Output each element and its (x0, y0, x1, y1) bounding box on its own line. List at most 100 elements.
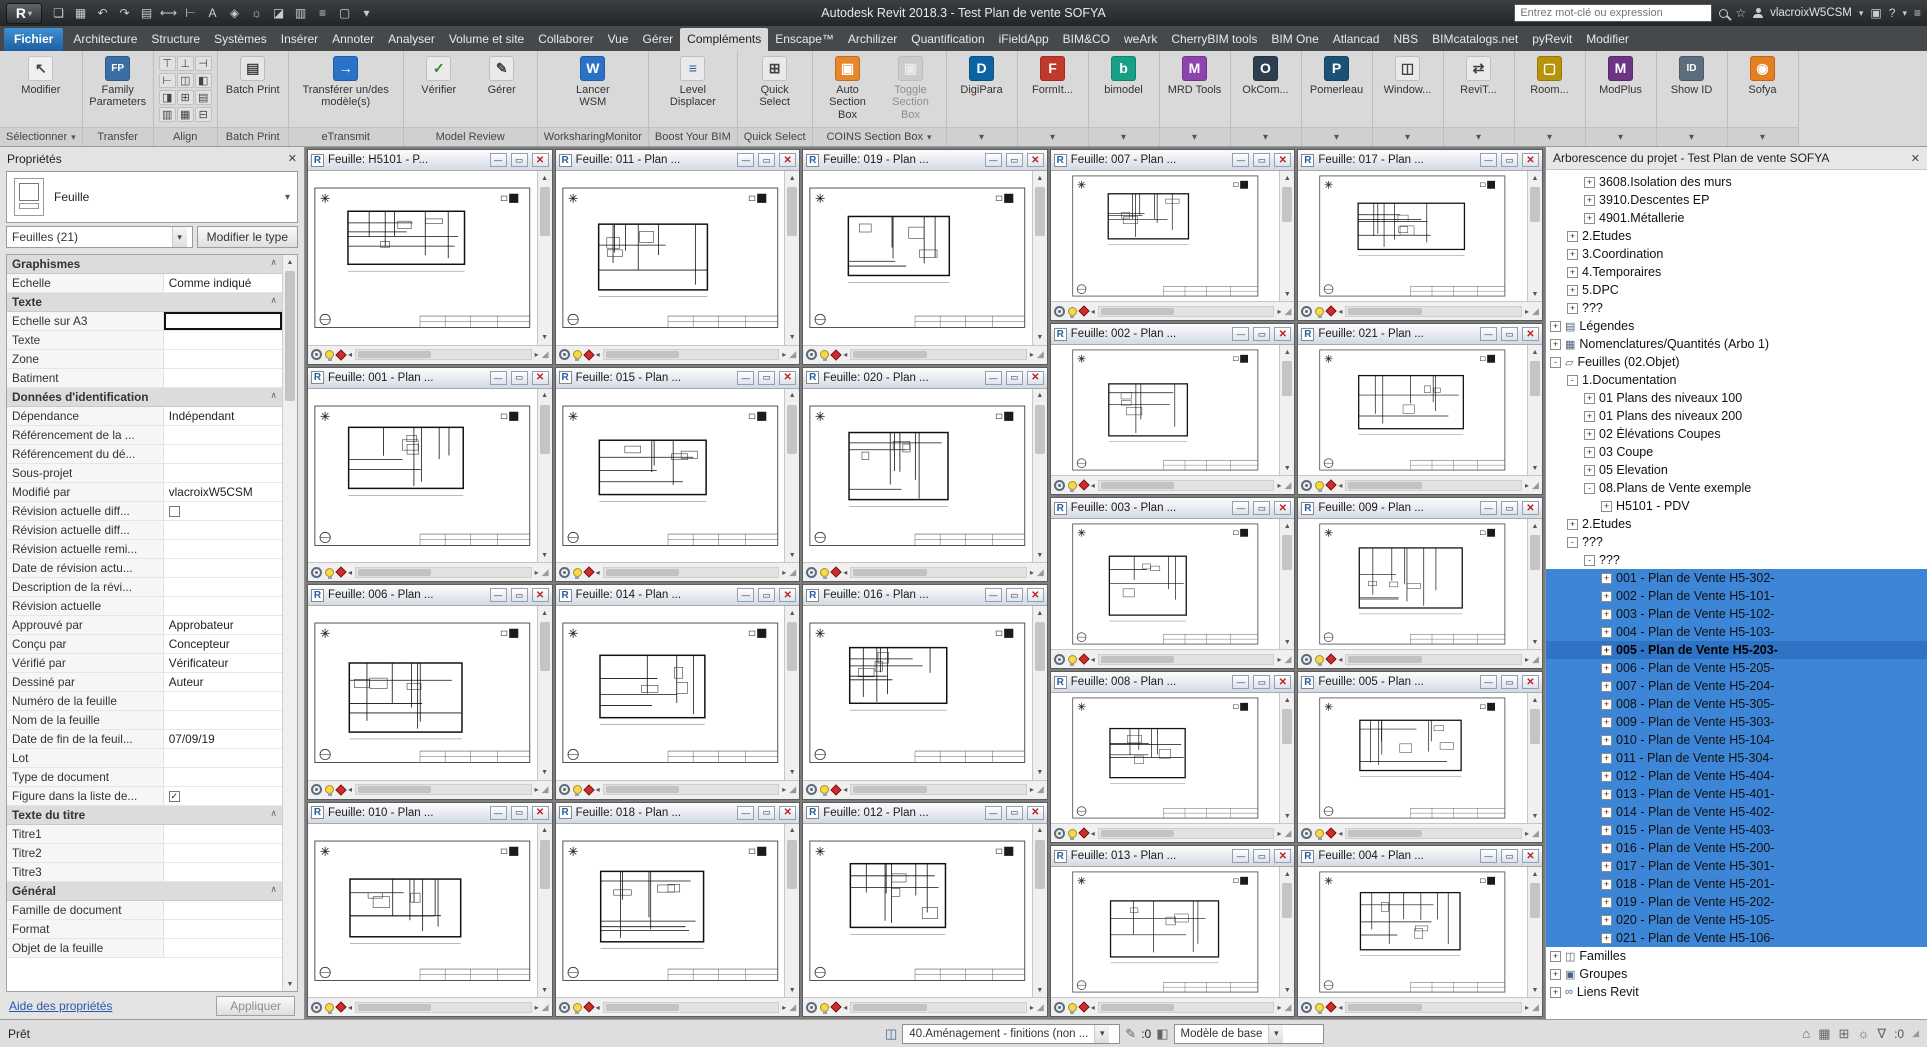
reveal-hidden-icon[interactable] (582, 1001, 595, 1013)
align-tool-button[interactable]: ▥ (158, 107, 176, 122)
properties-scrollbar[interactable]: ▲ ▼ (282, 255, 297, 991)
tree-item[interactable]: +019 - Plan de Vente H5-202- (1546, 893, 1927, 911)
sheet-canvas[interactable] (1050, 693, 1280, 823)
steering-wheel-icon[interactable] (806, 1001, 818, 1013)
property-value[interactable] (163, 445, 282, 463)
scroll-track[interactable] (1280, 359, 1294, 461)
ribbon-button-level-displacer[interactable]: ≡ Level Displacer (663, 54, 723, 111)
scroll-left-icon[interactable]: ◂ (1338, 481, 1342, 490)
minimize-button[interactable]: — (489, 588, 507, 602)
scroll-left-icon[interactable]: ◂ (1091, 655, 1095, 664)
scroll-down-icon[interactable]: ▼ (541, 548, 548, 562)
ribbon-button-bimodel[interactable]: b bimodel (1094, 54, 1154, 98)
resize-grip[interactable]: ◢ (542, 784, 549, 795)
temporary-hide-icon[interactable] (1315, 480, 1325, 492)
tab-enscape[interactable]: Enscape™ (768, 28, 841, 51)
close-button[interactable]: ✕ (1026, 805, 1044, 820)
panel-label[interactable]: ▾ (1514, 127, 1585, 146)
undo-button[interactable]: ↶ (92, 3, 113, 23)
scroll-left-icon[interactable]: ◂ (596, 350, 600, 359)
scroll-thumb[interactable] (605, 1003, 679, 1011)
scroll-track[interactable] (1280, 533, 1294, 635)
redo-button[interactable]: ↷ (114, 3, 135, 23)
restore-button[interactable]: ▭ (1500, 327, 1518, 341)
ribbon-button-okcom[interactable]: O OkCom... (1236, 54, 1296, 98)
default-3d-view-button[interactable]: ◈ (224, 3, 245, 23)
scroll-up-icon[interactable]: ▲ (789, 824, 796, 838)
tab-compl-ments[interactable]: Compléments (680, 28, 769, 51)
tab-archilizer[interactable]: Archilizer (841, 28, 904, 51)
ribbon-button-pomerleau[interactable]: P Pomerleau (1307, 54, 1367, 98)
scroll-thumb[interactable] (1529, 535, 1540, 570)
property-value[interactable]: Comme indiqué (163, 274, 282, 292)
property-value[interactable] (163, 331, 282, 349)
minimize-button[interactable]: — (1232, 849, 1250, 863)
property-value[interactable] (163, 312, 282, 330)
tree-item[interactable]: +??? (1546, 299, 1927, 317)
restore-button[interactable]: ▭ (1253, 327, 1271, 341)
scroll-left-icon[interactable]: ◂ (843, 350, 847, 359)
scroll-left-icon[interactable]: ◂ (1338, 655, 1342, 664)
type-selector[interactable]: Feuille ▾ (6, 171, 298, 223)
horizontal-scrollbar[interactable] (1345, 305, 1523, 317)
sheet-canvas[interactable] (1298, 519, 1527, 649)
scroll-down-icon[interactable]: ▼ (789, 331, 796, 345)
tree-item[interactable]: +5.DPC (1546, 281, 1927, 299)
horizontal-scrollbar[interactable] (850, 1001, 1027, 1013)
infocenter-menu-icon[interactable]: ≡ (1914, 6, 1921, 20)
scroll-up-icon[interactable]: ▲ (541, 171, 548, 185)
steering-wheel-icon[interactable] (1053, 827, 1065, 839)
scroll-right-icon[interactable]: ▸ (1525, 829, 1529, 838)
restore-button[interactable]: ▭ (758, 370, 776, 385)
sheet-window-titlebar[interactable]: R Feuille: 013 - Plan ... — ▭ ✕ (1050, 846, 1295, 867)
reveal-hidden-icon[interactable] (335, 566, 347, 578)
open-button[interactable]: ❏ (48, 3, 69, 23)
scroll-thumb[interactable] (358, 1003, 432, 1011)
scroll-track[interactable] (785, 838, 799, 984)
scroll-right-icon[interactable]: ▸ (782, 568, 786, 577)
temporary-hide-icon[interactable] (1067, 480, 1077, 492)
scroll-thumb[interactable] (1529, 187, 1540, 222)
checkbox[interactable]: ✓ (168, 790, 180, 802)
restore-button[interactable]: ▭ (1500, 675, 1518, 689)
sheet-window-titlebar[interactable]: R Feuille: 015 - Plan ... — ▭ ✕ (555, 367, 800, 389)
scroll-left-icon[interactable]: ◂ (348, 568, 352, 577)
sheet-window-titlebar[interactable]: R Feuille: 018 - Plan ... — ▭ ✕ (555, 802, 800, 824)
collapse-icon[interactable]: - (1584, 482, 1595, 494)
tree-item[interactable]: + ∞ Liens Revit (1546, 983, 1927, 1001)
scroll-thumb[interactable] (853, 351, 927, 358)
temporary-hide-icon[interactable] (1315, 828, 1325, 840)
property-value[interactable]: Indépendant (163, 407, 282, 425)
align-tool-button[interactable]: ⊥ (176, 56, 194, 71)
reveal-hidden-icon[interactable] (830, 348, 842, 361)
steering-wheel-icon[interactable] (806, 566, 818, 578)
expand-icon[interactable]: + (1550, 320, 1561, 332)
scroll-thumb[interactable] (1100, 307, 1175, 315)
tree-item[interactable]: +4901.Métallerie (1546, 209, 1927, 227)
username-chevron-icon[interactable]: ▾ (1859, 8, 1864, 19)
property-section-header[interactable]: Général ∧ (7, 882, 282, 901)
scroll-right-icon[interactable]: ▸ (1030, 1003, 1034, 1012)
scroll-thumb[interactable] (1529, 709, 1540, 744)
property-value[interactable]: Concepteur (163, 635, 282, 653)
property-value[interactable] (163, 920, 282, 938)
tree-item[interactable]: +014 - Plan de Vente H5-402- (1546, 803, 1927, 821)
resize-grip[interactable]: ◢ (1912, 1028, 1919, 1039)
align-tool-button[interactable]: ◧ (194, 73, 212, 88)
sheet-window-titlebar[interactable]: R Feuille: 021 - Plan ... — ▭ ✕ (1298, 324, 1542, 345)
scroll-track[interactable] (538, 185, 552, 331)
expand-icon[interactable]: + (1584, 446, 1595, 458)
scroll-left-icon[interactable]: ◂ (1091, 307, 1095, 316)
sheet-canvas[interactable] (555, 388, 785, 562)
panel-label[interactable]: ▾ (1301, 127, 1372, 146)
scroll-right-icon[interactable]: ▸ (1277, 655, 1281, 664)
sheet-window-titlebar[interactable]: R Feuille: 016 - Plan ... — ▭ ✕ (803, 585, 1047, 606)
align-tool-button[interactable]: ⊞ (176, 90, 194, 105)
scroll-up-icon[interactable]: ▲ (1284, 867, 1291, 881)
restore-button[interactable]: ▭ (1253, 675, 1271, 689)
scroll-right-icon[interactable]: ▸ (1277, 481, 1281, 490)
sheet-canvas[interactable] (803, 823, 1032, 997)
scroll-down-icon[interactable]: ▼ (789, 548, 796, 562)
tree-item[interactable]: +4.Temporaires (1546, 263, 1927, 281)
tree-item[interactable]: +016 - Plan de Vente H5-200- (1546, 839, 1927, 857)
